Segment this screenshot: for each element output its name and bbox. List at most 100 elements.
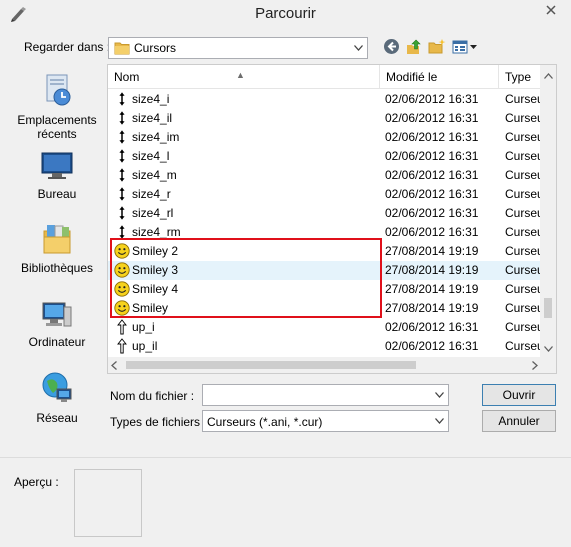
place-label: Ordinateur — [28, 335, 86, 349]
title-bar: Parcourir — [0, 0, 571, 30]
window-title: Parcourir — [255, 5, 316, 22]
back-button[interactable] — [380, 38, 402, 58]
file-name-cell: size4_i — [114, 90, 379, 109]
list-item[interactable]: size4_i 02/06/2012 16:31 Curseur — [108, 90, 545, 109]
cursor-vertical-resize-icon — [114, 110, 130, 126]
file-name: size4_rl — [132, 206, 174, 220]
modified-date: 02/06/2012 16:31 — [385, 168, 479, 182]
file-type: Curseur — [505, 282, 545, 296]
scroll-thumb[interactable] — [544, 298, 552, 318]
smiley-icon — [114, 243, 130, 259]
look-in-value: Cursors — [134, 41, 177, 55]
modified-date: 27/08/2014 19:19 — [385, 301, 479, 315]
place-label: Bureau — [37, 187, 77, 201]
place-network[interactable]: Réseau — [8, 371, 106, 425]
sort-ascending-icon: ▲ — [236, 70, 245, 80]
list-item[interactable]: up_il 02/06/2012 16:31 Curseur — [108, 337, 545, 356]
file-name-cell: Smiley 2 — [114, 242, 379, 261]
list-item[interactable]: size4_il 02/06/2012 16:31 Curseur — [108, 109, 545, 128]
scroll-up-icon[interactable] — [540, 68, 556, 82]
file-name-cell: Smiley 4 — [114, 280, 379, 299]
back-icon — [383, 38, 400, 58]
file-name-cell: size4_il — [114, 109, 379, 128]
list-item[interactable]: size4_l 02/06/2012 16:31 Curseur — [108, 147, 545, 166]
file-name-cell: size4_rl — [114, 204, 379, 223]
file-type: Curseur — [505, 111, 545, 125]
filename-combo[interactable] — [202, 384, 449, 406]
file-name: size4_im — [132, 130, 180, 144]
modified-date: 02/06/2012 16:31 — [385, 92, 479, 106]
scroll-right-icon[interactable] — [532, 359, 538, 373]
file-type: Curseur — [505, 168, 545, 182]
file-name-cell: size4_im — [114, 128, 379, 147]
look-in-combo[interactable]: Cursors — [108, 37, 368, 59]
list-item[interactable]: size4_r 02/06/2012 16:31 Curseur — [108, 185, 545, 204]
desktop-icon — [8, 151, 106, 184]
folder-icon — [114, 41, 130, 58]
cursor-vertical-resize-icon — [114, 91, 130, 107]
modified-date: 02/06/2012 16:31 — [385, 206, 479, 220]
chevron-down-icon[interactable] — [435, 385, 444, 405]
file-name-cell: Smiley 3 — [114, 261, 379, 280]
cursor-vertical-resize-icon — [114, 148, 130, 164]
chevron-down-icon — [435, 411, 444, 431]
column-header-name[interactable]: ▲ Nom — [108, 65, 380, 88]
cursor-vertical-resize-icon — [114, 167, 130, 183]
list-item[interactable]: size4_m 02/06/2012 16:31 Curseur — [108, 166, 545, 185]
file-name-cell: up_il — [114, 337, 379, 356]
list-item[interactable]: up_i 02/06/2012 16:31 Curseur — [108, 318, 545, 337]
list-item[interactable]: size4_rm 02/06/2012 16:31 Curseur — [108, 223, 545, 242]
modified-date: 02/06/2012 16:31 — [385, 111, 479, 125]
place-recent[interactable]: Emplacements récents — [8, 73, 106, 141]
view-menu-button[interactable] — [451, 38, 479, 58]
list-item[interactable]: size4_im 02/06/2012 16:31 Curseur — [108, 128, 545, 147]
filename-input[interactable] — [205, 387, 429, 405]
vertical-scrollbar[interactable] — [540, 65, 556, 358]
file-name: size4_rm — [132, 225, 181, 239]
place-desktop[interactable]: Bureau — [8, 151, 106, 201]
file-name: Smiley 4 — [132, 282, 179, 296]
file-type: Curseur — [505, 301, 545, 315]
file-name: size4_i — [132, 92, 170, 106]
file-type: Curseur — [505, 206, 545, 220]
cursor-up-arrow-icon — [114, 319, 130, 335]
file-type: Curseur — [505, 92, 545, 106]
file-name: Smiley 3 — [132, 263, 179, 277]
file-type: Curseur — [505, 130, 545, 144]
modified-date: 27/08/2014 19:19 — [385, 244, 479, 258]
horizontal-scrollbar[interactable] — [108, 357, 541, 373]
file-name: Smiley 2 — [132, 244, 179, 258]
file-name-cell: size4_rm — [114, 223, 379, 242]
file-name: size4_il — [132, 111, 173, 125]
file-list[interactable]: ▲ Nom Modifié le Type size4_i 02/06/2012 … — [107, 64, 557, 374]
place-computer[interactable]: Ordinateur — [8, 297, 106, 349]
file-name: up_il — [132, 339, 158, 353]
up-folder-button[interactable] — [403, 38, 425, 58]
list-item[interactable]: Smiley 27/08/2014 19:19 Curseur — [108, 299, 545, 318]
filetype-combo[interactable]: Curseurs (*.ani, *.cur) — [202, 410, 449, 432]
new-folder-button[interactable] — [426, 38, 448, 58]
cursor-vertical-resize-icon — [114, 186, 130, 202]
places-bar: Emplacements récents Bureau Bibliothèque… — [8, 63, 106, 453]
list-item[interactable]: Smiley 4 27/08/2014 19:19 Curseur — [108, 280, 545, 299]
scroll-left-icon[interactable] — [111, 359, 117, 373]
list-item[interactable]: size4_rl 02/06/2012 16:31 Curseur — [108, 204, 545, 223]
place-libraries[interactable]: Bibliothèques — [8, 223, 106, 275]
list-item[interactable]: Smiley 3 27/08/2014 19:19 Curseur — [108, 261, 545, 280]
file-type: Curseur — [505, 225, 545, 239]
list-item[interactable]: Smiley 2 27/08/2014 19:19 Curseur — [108, 242, 545, 261]
filetype-value: Curseurs (*.ani, *.cur) — [207, 415, 323, 429]
divider — [0, 457, 571, 458]
file-name-cell: size4_r — [114, 185, 379, 204]
open-button[interactable]: Ouvrir — [482, 384, 556, 406]
cancel-button[interactable]: Annuler — [482, 410, 556, 432]
libraries-icon — [8, 223, 106, 258]
file-name: Smiley — [132, 301, 169, 315]
smiley-icon — [114, 262, 130, 278]
column-header-date[interactable]: Modifié le — [380, 65, 499, 88]
close-button[interactable] — [531, 0, 571, 20]
scroll-thumb[interactable] — [126, 361, 416, 369]
file-name-cell: Smiley — [114, 299, 379, 318]
file-type: Curseur — [505, 339, 545, 353]
scroll-down-icon[interactable] — [540, 341, 556, 355]
